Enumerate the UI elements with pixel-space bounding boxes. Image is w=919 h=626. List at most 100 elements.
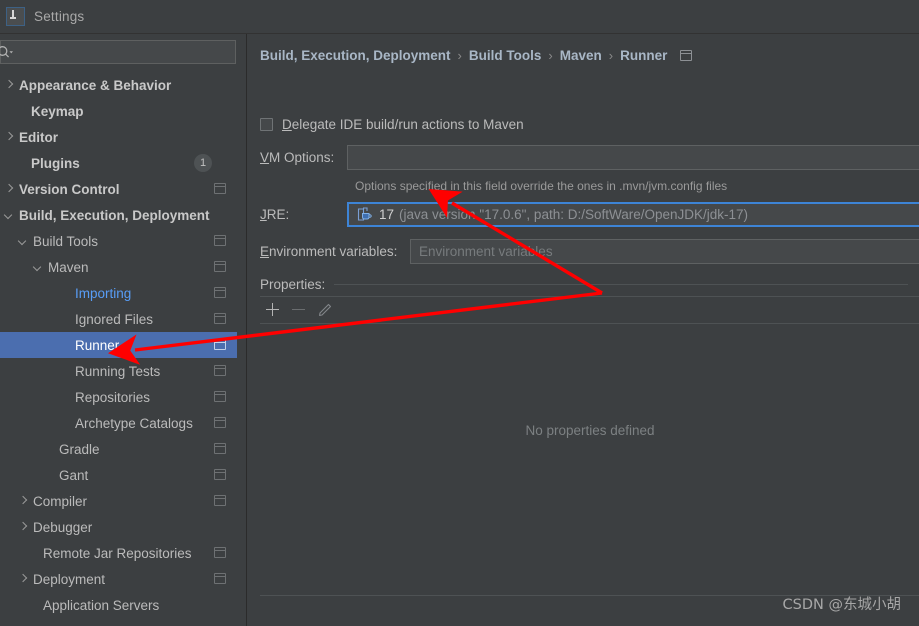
module-scope-icon — [214, 261, 226, 272]
sidebar-item-running-tests[interactable]: Running Tests — [0, 358, 246, 384]
vm-options-input[interactable] — [347, 145, 919, 170]
chevron-down-icon[interactable] — [4, 210, 15, 221]
tree-indent-spacer — [44, 470, 55, 481]
properties-label: Properties: — [260, 277, 325, 292]
sidebar-item-label: Version Control — [19, 182, 120, 197]
delegate-ide-build-checkbox[interactable] — [260, 118, 273, 131]
settings-tree: Appearance & BehaviorKeymapEditorPlugins… — [0, 72, 246, 626]
environment-variables-placeholder: Environment variables — [419, 244, 553, 259]
properties-separator-line — [334, 284, 908, 285]
sidebar-item-build-tools[interactable]: Build Tools — [0, 228, 246, 254]
chevron-right-icon[interactable] — [4, 184, 15, 195]
breadcrumb-separator: › — [609, 48, 613, 63]
tree-indent-spacer — [16, 106, 27, 117]
module-scope-icon — [214, 391, 226, 402]
module-scope-icon[interactable] — [680, 50, 692, 61]
sidebar-item-ignored-files[interactable]: Ignored Files — [0, 306, 246, 332]
breadcrumb-part[interactable]: Runner — [620, 48, 667, 63]
breadcrumb-part[interactable]: Build Tools — [469, 48, 542, 63]
sidebar-item-appearance-behavior[interactable]: Appearance & Behavior — [0, 72, 246, 98]
module-scope-icon — [214, 183, 226, 194]
module-scope-icon — [214, 313, 226, 324]
sidebar-item-label: Plugins — [31, 156, 80, 171]
vm-options-label: VM Options: — [260, 150, 334, 165]
sidebar-item-plugins[interactable]: Plugins1 — [0, 150, 246, 176]
vm-options-mnemonic: V — [260, 150, 269, 165]
sidebar-item-label: Remote Jar Repositories — [43, 546, 192, 561]
module-scope-icon — [214, 365, 226, 376]
csdn-watermark: CSDN @东城小胡 — [783, 593, 901, 614]
delegate-ide-build-checkbox-row[interactable]: Delegate IDE build/run actions to Maven — [260, 117, 524, 132]
sidebar-item-application-servers[interactable]: Application Servers — [0, 592, 246, 618]
intellij-settings-icon — [6, 7, 25, 26]
add-property-button[interactable] — [260, 297, 286, 323]
sidebar-item-build-execution-deployment[interactable]: Build, Execution, Deployment — [0, 202, 246, 228]
sidebar-item-archetype-catalogs[interactable]: Archetype Catalogs — [0, 410, 246, 436]
sidebar-item-repositories[interactable]: Repositories — [0, 384, 246, 410]
settings-window: Settings Appearance & Behavior Keymap Edit… — [0, 0, 919, 626]
remove-property-button — [286, 297, 312, 323]
sidebar-item-version-control[interactable]: Version Control — [0, 176, 246, 202]
sidebar-item-label: Running Tests — [75, 364, 160, 379]
settings-search-box[interactable] — [0, 40, 236, 64]
sidebar-item-importing[interactable]: Importing — [0, 280, 246, 306]
search-area — [0, 38, 246, 68]
sidebar-item-remote-jar-repositories[interactable]: Remote Jar Repositories — [0, 540, 246, 566]
sidebar-item-label: Maven — [48, 260, 89, 275]
module-scope-icon — [214, 495, 226, 506]
sidebar-item-editor[interactable]: Editor — [0, 124, 246, 150]
sidebar-item-label: Appearance & Behavior — [19, 78, 171, 93]
edit-property-button — [312, 297, 338, 323]
chevron-right-icon[interactable] — [4, 132, 15, 143]
module-scope-icon — [214, 235, 226, 246]
sidebar-scrollbar-track[interactable] — [237, 34, 246, 626]
jre-label: JRE: — [260, 207, 289, 222]
jdk-coffee-icon — [357, 207, 373, 222]
search-input[interactable] — [14, 45, 235, 59]
properties-toolbar — [260, 297, 919, 324]
chevron-right-icon[interactable] — [18, 522, 29, 533]
sidebar-item-keymap[interactable]: Keymap — [0, 98, 246, 124]
tree-indent-spacer — [60, 314, 71, 325]
module-scope-icon — [214, 417, 226, 428]
env-mnemonic: E — [260, 244, 269, 259]
environment-variables-input[interactable]: Environment variables — [410, 239, 919, 264]
breadcrumb-part[interactable]: Build, Execution, Deployment — [260, 48, 451, 63]
sidebar-item-debugger[interactable]: Debugger — [0, 514, 246, 540]
chevron-down-icon[interactable] — [33, 262, 44, 273]
sidebar-item-label: Application Servers — [43, 598, 159, 613]
sidebar-item-gant[interactable]: Gant — [0, 462, 246, 488]
sidebar-item-label: Keymap — [31, 104, 84, 119]
sidebar-item-gradle[interactable]: Gradle — [0, 436, 246, 462]
tree-indent-spacer — [28, 548, 39, 559]
sidebar-item-label: Gant — [59, 468, 88, 483]
jre-mnemonic: J — [260, 207, 267, 222]
breadcrumb-part[interactable]: Maven — [560, 48, 602, 63]
properties-table: No properties defined — [260, 296, 919, 596]
properties-empty-text: No properties defined — [260, 423, 919, 438]
module-scope-icon — [214, 339, 226, 350]
tree-indent-spacer — [28, 600, 39, 611]
jre-combobox[interactable]: 17 (java version "17.0.6", path: D:/Soft… — [347, 202, 919, 227]
jre-label-rest: RE: — [267, 207, 290, 222]
window-titlebar: Settings — [0, 0, 919, 34]
sidebar-item-label: Gradle — [59, 442, 100, 457]
module-scope-icon — [214, 443, 226, 454]
breadcrumb-separator: › — [458, 48, 462, 63]
chevron-down-icon[interactable] — [18, 236, 29, 247]
tree-indent-spacer — [44, 444, 55, 455]
settings-sidebar: Appearance & BehaviorKeymapEditorPlugins… — [0, 34, 247, 626]
tree-indent-spacer — [60, 392, 71, 403]
env-label-rest: nvironment variables: — [269, 244, 397, 259]
sidebar-item-compiler[interactable]: Compiler — [0, 488, 246, 514]
chevron-right-icon[interactable] — [18, 496, 29, 507]
sidebar-item-runner[interactable]: Runner — [0, 332, 246, 358]
chevron-right-icon[interactable] — [18, 574, 29, 585]
jre-details: (java version "17.0.6", path: D:/SoftWar… — [399, 207, 748, 222]
chevron-right-icon[interactable] — [4, 80, 15, 91]
breadcrumb: Build, Execution, Deployment › Build Tools… — [260, 48, 692, 63]
sidebar-item-maven[interactable]: Maven — [0, 254, 246, 280]
environment-variables-label: Environment variables: — [260, 244, 397, 259]
breadcrumb-separator: › — [548, 48, 552, 63]
sidebar-item-deployment[interactable]: Deployment — [0, 566, 246, 592]
